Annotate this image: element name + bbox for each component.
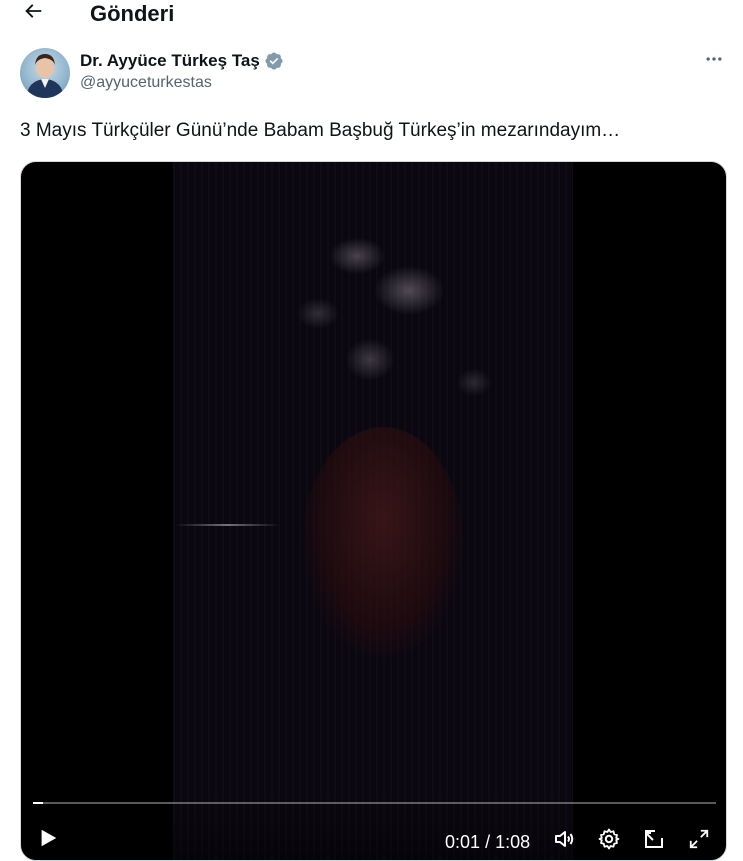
current-time: 0:01 bbox=[445, 832, 481, 852]
author-handle[interactable]: @ayyuceturkestas bbox=[80, 74, 284, 92]
volume-icon bbox=[552, 827, 576, 856]
fullscreen-button[interactable] bbox=[684, 826, 714, 856]
pip-icon bbox=[642, 827, 666, 856]
time-separator: / bbox=[485, 832, 491, 852]
video-progress-fill bbox=[33, 802, 44, 804]
video-light-streak bbox=[175, 524, 280, 526]
video-time: 0:01 / 1:08 bbox=[445, 831, 530, 853]
video-player[interactable]: 0:01 / 1:08 bbox=[20, 161, 727, 861]
more-horizontal-icon bbox=[704, 49, 724, 74]
more-options-button[interactable] bbox=[703, 50, 725, 72]
post-text: 3 Mayıs Türkçüler Günü’nde Babam Başbuğ … bbox=[20, 120, 621, 141]
page-header: Gönderi bbox=[0, 0, 743, 30]
video-face bbox=[303, 427, 463, 657]
duration: 1:08 bbox=[495, 832, 531, 852]
page-title: Gönderi bbox=[90, 1, 175, 26]
fullscreen-icon bbox=[688, 828, 710, 855]
verified-badge-icon bbox=[264, 51, 284, 71]
arrow-left-icon bbox=[22, 0, 44, 27]
volume-button[interactable] bbox=[549, 826, 579, 856]
play-button[interactable] bbox=[33, 825, 63, 855]
video-frame bbox=[173, 162, 573, 860]
picture-in-picture-button[interactable] bbox=[639, 826, 669, 856]
play-icon bbox=[37, 827, 59, 854]
back-button[interactable] bbox=[18, 0, 48, 26]
author-block: Dr. Ayyüce Türkeş Taş @ayyuceturkestas bbox=[80, 50, 284, 92]
avatar[interactable] bbox=[20, 48, 70, 98]
video-flowers bbox=[253, 187, 513, 417]
video-progress-bar[interactable] bbox=[33, 802, 716, 804]
settings-button[interactable] bbox=[594, 826, 624, 856]
settings-icon bbox=[597, 827, 621, 856]
author-name[interactable]: Dr. Ayyüce Türkeş Taş bbox=[80, 51, 260, 71]
